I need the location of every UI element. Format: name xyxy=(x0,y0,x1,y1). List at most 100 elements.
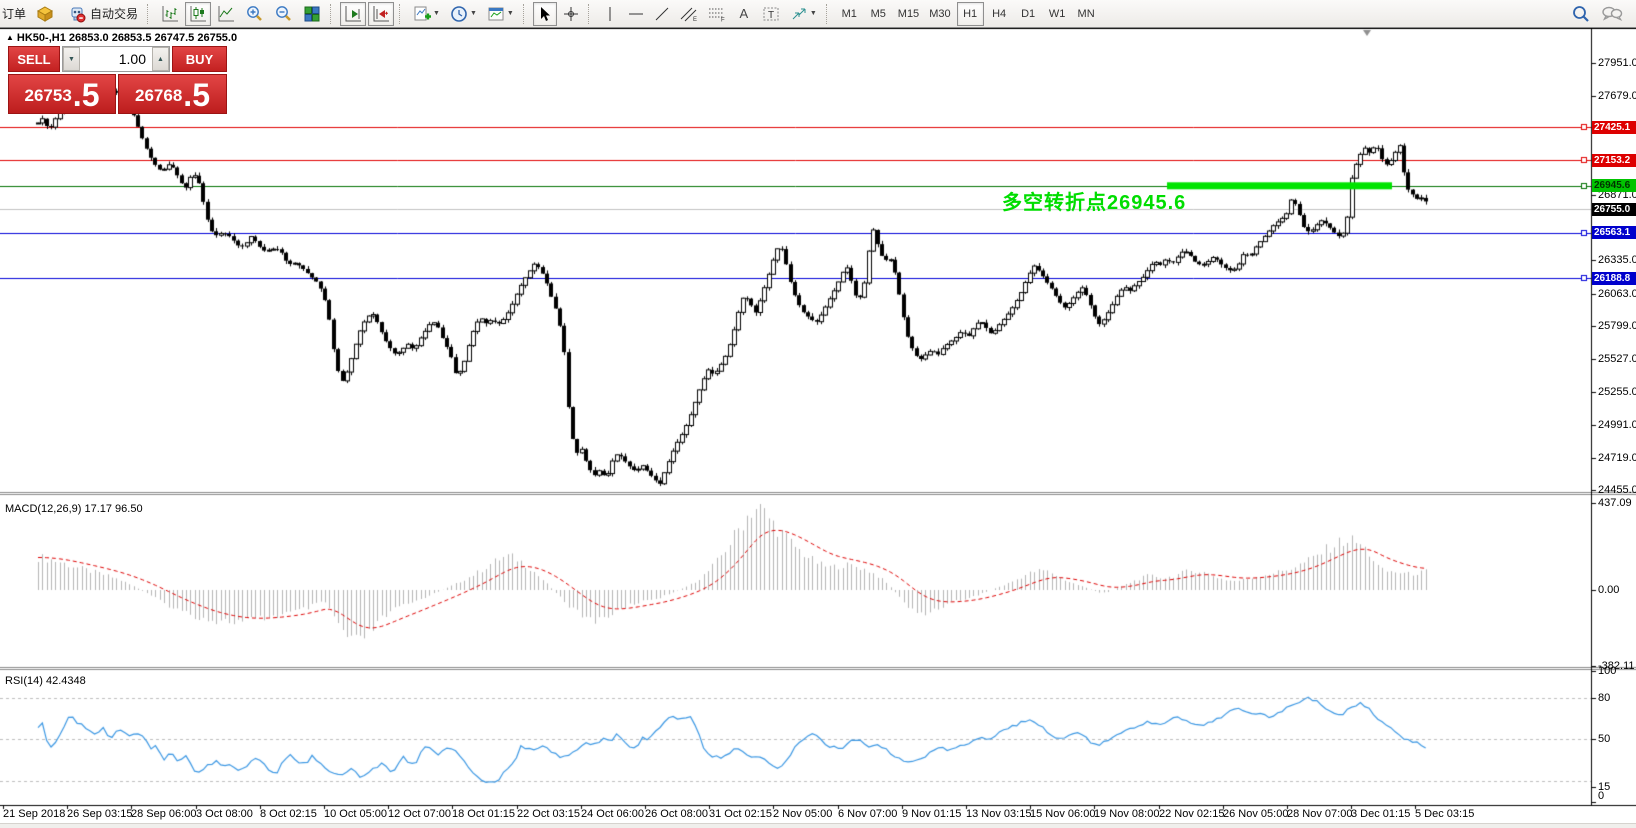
zoom-in-button[interactable] xyxy=(241,2,268,26)
cursor-button[interactable] xyxy=(533,2,557,26)
tab-timeframe-m1[interactable]: M1 xyxy=(836,2,863,26)
tab-timeframe-h1[interactable]: H1 xyxy=(957,2,984,26)
toolbar-separator xyxy=(826,4,831,24)
crosshair-icon xyxy=(563,6,579,22)
zoom-out-icon xyxy=(274,4,293,23)
date-tick-label: 8 Oct 02:15 xyxy=(260,808,317,820)
candlestick-chart-button[interactable] xyxy=(185,2,211,26)
price-tick-label: 25255.0 xyxy=(1598,386,1636,398)
fibonacci-button[interactable]: F xyxy=(704,2,730,26)
vertical-line-button[interactable] xyxy=(598,2,622,26)
rsi-axis-label: 50 xyxy=(1598,733,1610,745)
toolbar-separator xyxy=(330,4,335,24)
trendline-icon xyxy=(654,6,670,22)
text-button[interactable]: A xyxy=(732,2,756,26)
package-icon xyxy=(36,5,54,23)
zoom-out-button[interactable] xyxy=(270,2,297,26)
date-tick-label: 21 Sep 2018 xyxy=(3,808,65,820)
templates-button[interactable]: ▼ xyxy=(483,2,518,26)
chat-bubbles-icon xyxy=(1601,4,1623,24)
symbol-collapse-icon[interactable]: ▲ xyxy=(6,33,14,42)
chart-shift-button[interactable] xyxy=(368,2,394,26)
date-tick-label: 3 Dec 01:15 xyxy=(1351,808,1410,820)
price-tick-label: 25799.0 xyxy=(1598,320,1636,332)
pivot-annotation-text[interactable]: 多空转折点26945.6 xyxy=(1002,186,1186,215)
one-click-trading-panel: SELL ▼ ▲ BUY 26753.5 26768.5 xyxy=(8,46,227,114)
volume-input[interactable] xyxy=(80,47,152,71)
chevron-down-icon: ▼ xyxy=(470,10,477,17)
search-button[interactable] xyxy=(1567,2,1595,26)
toolbar-separator xyxy=(588,4,593,24)
volume-increase-button[interactable]: ▲ xyxy=(152,47,169,71)
zoom-in-icon xyxy=(245,4,264,23)
sell-price-main: 26753 xyxy=(25,81,72,111)
bar-chart-icon xyxy=(161,5,179,23)
horizontal-line-button[interactable] xyxy=(624,2,648,26)
sell-price-frac: .5 xyxy=(73,79,100,111)
tab-timeframe-d1[interactable]: D1 xyxy=(1015,2,1042,26)
date-tick-label: 22 Oct 03:15 xyxy=(517,808,580,820)
clock-icon xyxy=(450,5,468,23)
tab-timeframe-m5[interactable]: M5 xyxy=(865,2,892,26)
date-tick-label: 22 Nov 02:15 xyxy=(1159,808,1224,820)
volume-decrease-button[interactable]: ▼ xyxy=(63,47,80,71)
channel-icon: E xyxy=(680,6,698,22)
templates-icon xyxy=(487,5,505,23)
tab-timeframe-m15[interactable]: M15 xyxy=(894,2,923,26)
price-tick-label: 26063.0 xyxy=(1598,288,1636,300)
chart-shift-icon xyxy=(372,5,390,23)
auto-scroll-icon xyxy=(344,5,362,23)
sell-price-button[interactable]: 26753.5 xyxy=(8,74,116,114)
chart-canvas[interactable] xyxy=(0,28,1636,828)
sell-button[interactable]: SELL xyxy=(8,46,60,72)
tab-timeframe-m30[interactable]: M30 xyxy=(925,2,954,26)
date-tick-label: 13 Nov 03:15 xyxy=(966,808,1031,820)
rsi-axis-label: 100 xyxy=(1598,665,1616,677)
svg-text:F: F xyxy=(721,17,725,22)
text-a-icon: A xyxy=(740,6,749,21)
price-tick-label: 27951.0 xyxy=(1598,57,1636,69)
tile-windows-button[interactable] xyxy=(299,2,325,26)
fibonacci-icon: F xyxy=(708,6,726,22)
autotrading-button[interactable]: 自动交易 xyxy=(60,2,142,26)
price-line-tag: 26188.8 xyxy=(1592,272,1636,285)
date-tick-label: 6 Nov 07:00 xyxy=(838,808,897,820)
status-strip xyxy=(0,823,1636,828)
periods-button[interactable]: ▼ xyxy=(446,2,481,26)
toolbar-right-group xyxy=(1566,2,1636,26)
chat-button[interactable] xyxy=(1597,2,1627,26)
bar-chart-button[interactable] xyxy=(157,2,183,26)
crosshair-button[interactable] xyxy=(559,2,583,26)
tab-timeframe-mn[interactable]: MN xyxy=(1073,2,1100,26)
text-label-icon: T xyxy=(762,6,780,22)
date-tick-label: 26 Nov 05:00 xyxy=(1223,808,1288,820)
trendline-button[interactable] xyxy=(650,2,674,26)
date-tick-label: 26 Oct 08:00 xyxy=(645,808,708,820)
indicators-button[interactable]: ▼ xyxy=(409,2,444,26)
text-label-button[interactable]: T xyxy=(758,2,784,26)
rsi-indicator-label: RSI(14) 42.4348 xyxy=(5,675,86,687)
date-tick-label: 15 Nov 06:00 xyxy=(1030,808,1095,820)
cursor-icon xyxy=(537,6,553,22)
price-line-tag: 27153.2 xyxy=(1592,154,1636,167)
price-tick-label: 24455.0 xyxy=(1598,484,1636,496)
date-tick-label: 5 Dec 03:15 xyxy=(1415,808,1474,820)
shapes-button[interactable]: ▼ xyxy=(786,2,821,26)
package-button[interactable] xyxy=(32,2,58,26)
symbol-ohlc-text: HK50-,H1 26853.0 26853.5 26747.5 26755.0 xyxy=(17,32,237,44)
buy-button[interactable]: BUY xyxy=(172,46,227,72)
tab-timeframe-w1[interactable]: W1 xyxy=(1044,2,1071,26)
auto-scroll-button[interactable] xyxy=(340,2,366,26)
buy-price-button[interactable]: 26768.5 xyxy=(118,74,227,114)
line-chart-icon xyxy=(217,5,235,23)
tab-timeframe-h4[interactable]: H4 xyxy=(986,2,1013,26)
price-tick-label: 26335.0 xyxy=(1598,254,1636,266)
search-icon xyxy=(1571,4,1591,24)
orders-button[interactable]: 订单 xyxy=(0,2,30,26)
price-tick-label: 24719.0 xyxy=(1598,452,1636,464)
date-tick-label: 31 Oct 02:15 xyxy=(709,808,772,820)
chevron-down-icon: ▼ xyxy=(507,10,514,17)
channel-button[interactable]: E xyxy=(676,2,702,26)
line-chart-button[interactable] xyxy=(213,2,239,26)
buy-price-main: 26768 xyxy=(135,81,182,111)
